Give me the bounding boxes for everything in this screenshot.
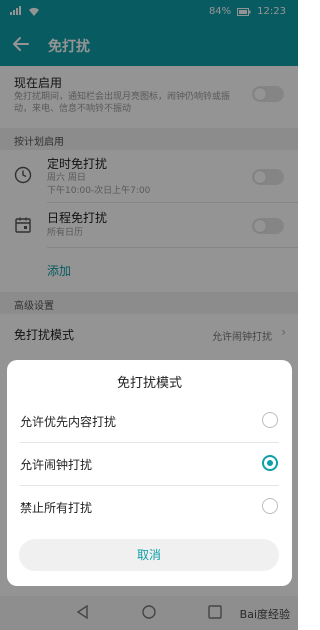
option-block-all[interactable]: 禁止所有打扰 bbox=[7, 486, 292, 528]
option-label: 允许闹钟打扰 bbox=[20, 458, 93, 472]
option-allow-priority[interactable]: 允许优先内容打扰 bbox=[7, 400, 292, 442]
radio-selected-icon[interactable] bbox=[262, 455, 278, 471]
option-label: 允许优先内容打扰 bbox=[20, 415, 117, 429]
radio-unselected-icon[interactable] bbox=[262, 498, 278, 514]
dialog-title: 免打扰模式 bbox=[116, 376, 182, 391]
dnd-mode-dialog: 免打扰模式 允许优先内容打扰 允许闹钟打扰 禁止所有打扰 取消 bbox=[7, 360, 292, 586]
option-allow-alarms[interactable]: 允许闹钟打扰 bbox=[7, 443, 292, 485]
option-label: 禁止所有打扰 bbox=[20, 501, 93, 515]
cancel-button[interactable]: 取消 bbox=[19, 539, 279, 571]
radio-unselected-icon[interactable] bbox=[262, 412, 278, 428]
